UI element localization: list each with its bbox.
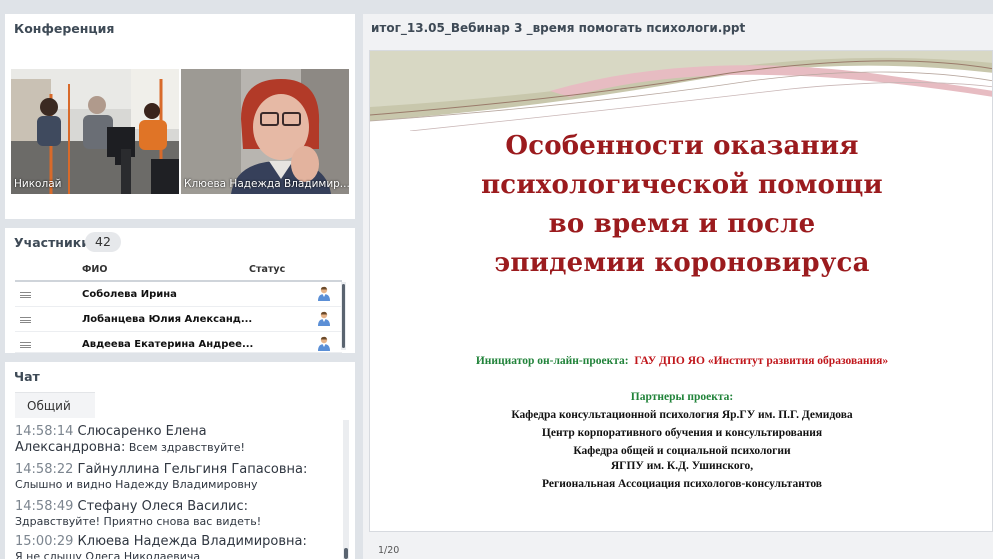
participants-title: Участники bbox=[14, 235, 90, 250]
initiator-label: Инициатор он-лайн-проекта: bbox=[475, 355, 629, 367]
slide-title-line: Особенности оказания bbox=[505, 131, 859, 161]
slide-title-line: во время и после bbox=[548, 209, 816, 239]
message-time: 15:00:29 bbox=[15, 534, 74, 549]
message-author: Гайнуллина Гельгиня Гапасовна: bbox=[77, 462, 308, 477]
partner-line: ЯГПУ им. К.Д. Ушинского, bbox=[610, 460, 754, 472]
message-text: Я не слышу Олега Николаевича bbox=[15, 550, 201, 559]
presentation-panel: итог_13.05_Вебинар 3 _время помогать пси… bbox=[363, 14, 993, 559]
partner-line: Кафедра консультационной психология Яр.Г… bbox=[511, 409, 853, 421]
conference-panel: Конференция Николай Клюева Надежда Влади… bbox=[5, 14, 355, 219]
participants-scrollbar[interactable] bbox=[341, 282, 346, 350]
participant-row[interactable]: Авдеева Екатерина Андрее... bbox=[15, 332, 342, 353]
chat-title: Чат bbox=[14, 369, 40, 384]
participant-row[interactable]: Соболева Ирина bbox=[15, 282, 342, 307]
chat-panel: Чат Общий 14:58:14 Слюсаренко Елена Алек… bbox=[5, 362, 355, 559]
initiator-value: ГАУ ДПО ЯО «Институт развития образовани… bbox=[634, 355, 889, 367]
chat-scrollbar[interactable] bbox=[343, 420, 349, 559]
message-text: Всем здравствуйте! bbox=[128, 441, 245, 454]
message-time: 14:58:49 bbox=[15, 499, 74, 514]
drag-handle-icon[interactable] bbox=[20, 292, 31, 298]
message-author: Клюева Надежда Владимировна: bbox=[77, 534, 307, 549]
participants-panel: Участники 42 ФИО Статус Соболева Ирина Л… bbox=[5, 228, 355, 353]
participant-name: Лобанцева Юлия Александ... bbox=[82, 314, 253, 325]
participant-name: Авдеева Екатерина Андрее... bbox=[82, 339, 254, 350]
drag-handle-icon[interactable] bbox=[20, 342, 31, 348]
slide-initiator: Инициатор он-лайн-проекта: ГАУ ДПО ЯО «И… bbox=[370, 355, 992, 367]
tab-general[interactable]: Общий bbox=[15, 392, 95, 418]
message-text: Слышно и видно Надежду Владимировну bbox=[15, 478, 258, 491]
message-text: Здравствуйте! Приятно снова вас видеть! bbox=[15, 515, 262, 528]
video-name: Николай bbox=[14, 178, 62, 190]
slide-title-line: психологической помощи bbox=[481, 170, 883, 200]
drag-handle-icon[interactable] bbox=[20, 317, 31, 323]
participants-count-badge: 42 bbox=[85, 232, 121, 252]
user-status-icon bbox=[318, 311, 330, 326]
user-status-icon bbox=[318, 336, 330, 351]
video-feed-person bbox=[181, 69, 349, 194]
user-status-icon bbox=[318, 286, 330, 301]
column-header-name[interactable]: ФИО bbox=[82, 264, 107, 275]
column-header-status[interactable]: Статус bbox=[249, 264, 285, 275]
video-tile-klyueva[interactable]: Клюева Надежда Владимир... bbox=[181, 69, 349, 194]
participant-row[interactable]: Лобанцева Юлия Александ... bbox=[15, 307, 342, 332]
message-time: 14:58:14 bbox=[15, 424, 74, 439]
conference-title: Конференция bbox=[14, 21, 115, 36]
chat-message: 14:58:49 Стефану Олеся Василис: Здравств… bbox=[15, 499, 345, 528]
video-name: Клюева Надежда Владимир... bbox=[184, 178, 349, 190]
message-author-cont: Александровна: bbox=[15, 440, 126, 455]
video-feed-room bbox=[11, 69, 179, 194]
chat-message: 14:58:22 Гайнуллина Гельгиня Гапасовна: … bbox=[15, 462, 345, 491]
partner-line: Центр корпоративного обучения и консульт… bbox=[541, 427, 823, 439]
partners-label: Партнеры проекта: bbox=[630, 391, 734, 403]
presentation-filename: итог_13.05_Вебинар 3 _время помогать пси… bbox=[371, 21, 746, 35]
partner-line: Кафедра общей и социальной психологии bbox=[573, 445, 791, 457]
message-author: Стефану Олеся Василис: bbox=[77, 499, 248, 514]
video-tile-nikolai[interactable]: Николай bbox=[11, 69, 179, 194]
chat-message: 15:00:29 Клюева Надежда Владимировна: Я … bbox=[15, 534, 345, 559]
message-time: 14:58:22 bbox=[15, 462, 74, 477]
message-author: Слюсаренко Елена bbox=[77, 424, 207, 439]
participant-name: Соболева Ирина bbox=[82, 289, 177, 300]
scrollbar-thumb[interactable] bbox=[342, 284, 345, 348]
scrollbar-thumb[interactable] bbox=[344, 548, 348, 559]
presentation-slide: Особенности оказания психологической пом… bbox=[369, 50, 993, 532]
slide-header-decoration bbox=[370, 51, 992, 131]
chat-message: 14:58:14 Слюсаренко Елена Александровна:… bbox=[15, 424, 345, 455]
slide-title-line: эпидемии короновируса bbox=[494, 248, 870, 278]
slide-page-number: 1/20 bbox=[378, 545, 400, 556]
partner-line: Региональная Ассоциация психологов-консу… bbox=[542, 478, 822, 490]
